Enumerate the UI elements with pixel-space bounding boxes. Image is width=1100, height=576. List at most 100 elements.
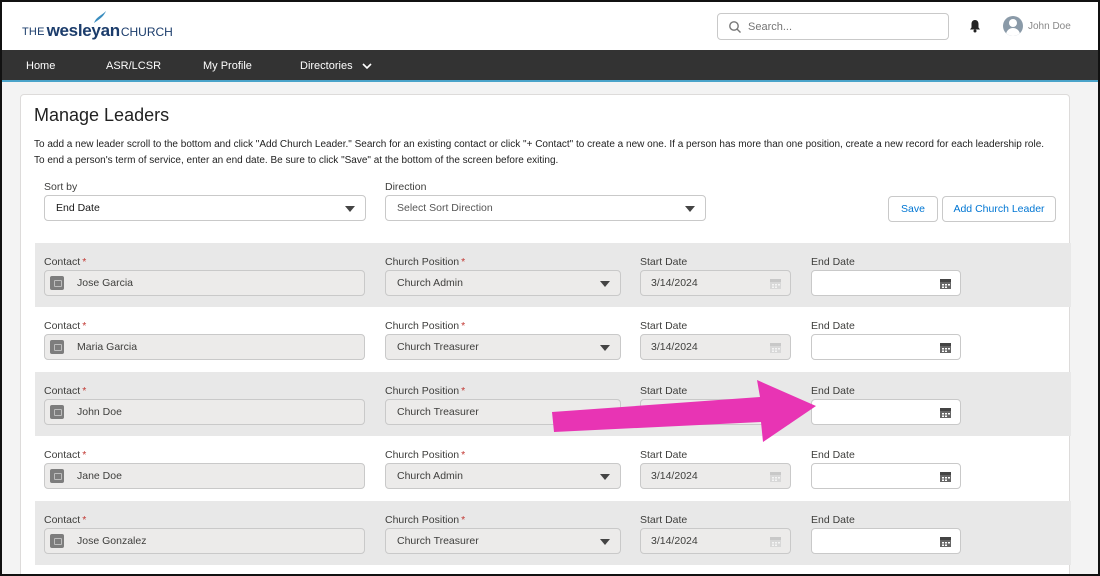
calendar-icon[interactable]: [940, 407, 951, 418]
calendar-icon: [770, 472, 781, 482]
church-position-select[interactable]: Church Admin: [385, 270, 621, 296]
contact-icon: [50, 340, 64, 354]
manage-leaders-card: Manage Leaders To add a new leader scrol…: [20, 94, 1071, 574]
start-date-field[interactable]: 3/14/2024: [640, 528, 791, 554]
start-date-value: 3/14/2024: [651, 341, 698, 353]
calendar-icon: [770, 537, 781, 547]
leader-row: Contact * Church Position * Start Date End…: [35, 307, 1071, 371]
calendar-icon[interactable]: [940, 536, 951, 547]
contact-label: Contact *: [44, 385, 87, 397]
nav-directories[interactable]: Directories: [300, 60, 372, 72]
contact-icon: [50, 534, 64, 548]
caret-down-icon: [600, 281, 610, 287]
start-date-field[interactable]: 3/14/2024: [640, 270, 791, 296]
logo-church: CHURCH: [120, 25, 173, 39]
position-label: Church Position *: [385, 514, 466, 526]
end-date-label: End Date: [811, 320, 855, 332]
calendar-icon: [770, 343, 781, 353]
contact-field[interactable]: Jane Doe: [44, 463, 365, 489]
contact-field[interactable]: Jose Garcia: [44, 270, 365, 296]
contact-field[interactable]: Jose Gonzalez: [44, 528, 365, 554]
position-value: Church Treasurer: [397, 341, 479, 353]
contact-value: John Doe: [77, 406, 122, 418]
logo-the: THE: [22, 26, 45, 38]
save-button[interactable]: Save: [888, 196, 938, 222]
contact-field[interactable]: John Doe: [44, 399, 365, 425]
calendar-icon[interactable]: [940, 278, 951, 289]
add-church-leader-button[interactable]: Add Church Leader: [942, 196, 1056, 222]
contact-field[interactable]: Maria Garcia: [44, 334, 365, 360]
sort-by-label: Sort by: [44, 181, 78, 193]
calendar-icon[interactable]: [940, 471, 951, 482]
direction-label: Direction: [385, 181, 427, 193]
search-box[interactable]: [717, 13, 949, 40]
annotation-arrow-icon: [552, 380, 816, 442]
position-label: Church Position *: [385, 385, 466, 397]
end-date-field[interactable]: [811, 463, 961, 489]
start-date-value: 3/14/2024: [651, 470, 698, 482]
contact-label: Contact *: [44, 256, 87, 268]
instructions-text: To add a new leader scroll to the bottom…: [34, 139, 1045, 166]
calendar-icon[interactable]: [940, 342, 951, 353]
search-icon: [729, 20, 741, 33]
nav-home[interactable]: Home: [26, 60, 55, 72]
end-date-field[interactable]: [811, 334, 961, 360]
position-value: Church Admin: [397, 470, 463, 482]
end-date-field[interactable]: [811, 528, 961, 554]
church-position-select[interactable]: Church Admin: [385, 463, 621, 489]
wesleyan-logo[interactable]: THE wesleyan CHURCH: [22, 11, 173, 42]
position-value: Church Admin: [397, 277, 463, 289]
position-label: Church Position *: [385, 449, 466, 461]
calendar-icon: [770, 279, 781, 289]
leader-row: Contact * Church Position * Start Date End…: [35, 501, 1071, 565]
direction-select[interactable]: Select Sort Direction: [385, 195, 706, 221]
nav-directories-label: Directories: [300, 60, 353, 72]
nav-asr-lcsr[interactable]: ASR/LCSR: [106, 60, 161, 72]
direction-value: Select Sort Direction: [397, 202, 493, 214]
end-date-label: End Date: [811, 256, 855, 268]
avatar: [1003, 16, 1023, 36]
contact-label: Contact *: [44, 320, 87, 332]
church-position-select[interactable]: Church Treasurer: [385, 334, 621, 360]
church-position-select[interactable]: Church Treasurer: [385, 528, 621, 554]
contact-value: Jose Gonzalez: [77, 535, 147, 547]
bell-icon[interactable]: [968, 19, 982, 33]
chevron-down-icon: [362, 63, 372, 70]
contact-value: Jane Doe: [77, 470, 122, 482]
start-date-label: Start Date: [640, 449, 688, 461]
contact-label: Contact *: [44, 514, 87, 526]
caret-down-icon: [600, 474, 610, 480]
end-date-label: End Date: [811, 514, 855, 526]
contact-value: Maria Garcia: [77, 341, 138, 353]
contact-icon: [50, 405, 64, 419]
user-name: John Doe: [1028, 20, 1071, 32]
caret-down-icon: [345, 206, 355, 212]
end-date-field[interactable]: [811, 270, 961, 296]
start-date-label: Start Date: [640, 256, 688, 268]
position-value: Church Treasurer: [397, 406, 479, 418]
start-date-field[interactable]: 3/14/2024: [640, 334, 791, 360]
sort-by-select[interactable]: End Date: [44, 195, 366, 221]
start-date-field[interactable]: 3/14/2024: [640, 463, 791, 489]
app-window: THE wesleyan CHURCH John Doe Home: [0, 0, 1100, 576]
contact-icon: [50, 469, 64, 483]
contact-label: Contact *: [44, 449, 87, 461]
caret-down-icon: [600, 345, 610, 351]
flame-icon: [94, 11, 106, 23]
contact-icon: [50, 276, 64, 290]
search-input[interactable]: [748, 20, 938, 33]
top-header: THE wesleyan CHURCH John Doe: [2, 2, 1098, 50]
leader-row: Contact * Church Position * Start Date End…: [35, 243, 1071, 307]
end-date-label: End Date: [811, 449, 855, 461]
page-title: Manage Leaders: [34, 105, 170, 125]
main-nav: Home ASR/LCSR My Profile Directories: [2, 50, 1098, 82]
caret-down-icon: [685, 206, 695, 212]
sort-by-value: End Date: [56, 202, 100, 214]
user-menu[interactable]: John Doe: [1003, 16, 1071, 36]
position-label: Church Position *: [385, 256, 466, 268]
nav-my-profile[interactable]: My Profile: [203, 60, 252, 72]
contact-value: Jose Garcia: [77, 277, 134, 289]
start-date-value: 3/14/2024: [651, 535, 698, 547]
start-date-value: 3/14/2024: [651, 277, 698, 289]
end-date-field[interactable]: [811, 399, 961, 425]
